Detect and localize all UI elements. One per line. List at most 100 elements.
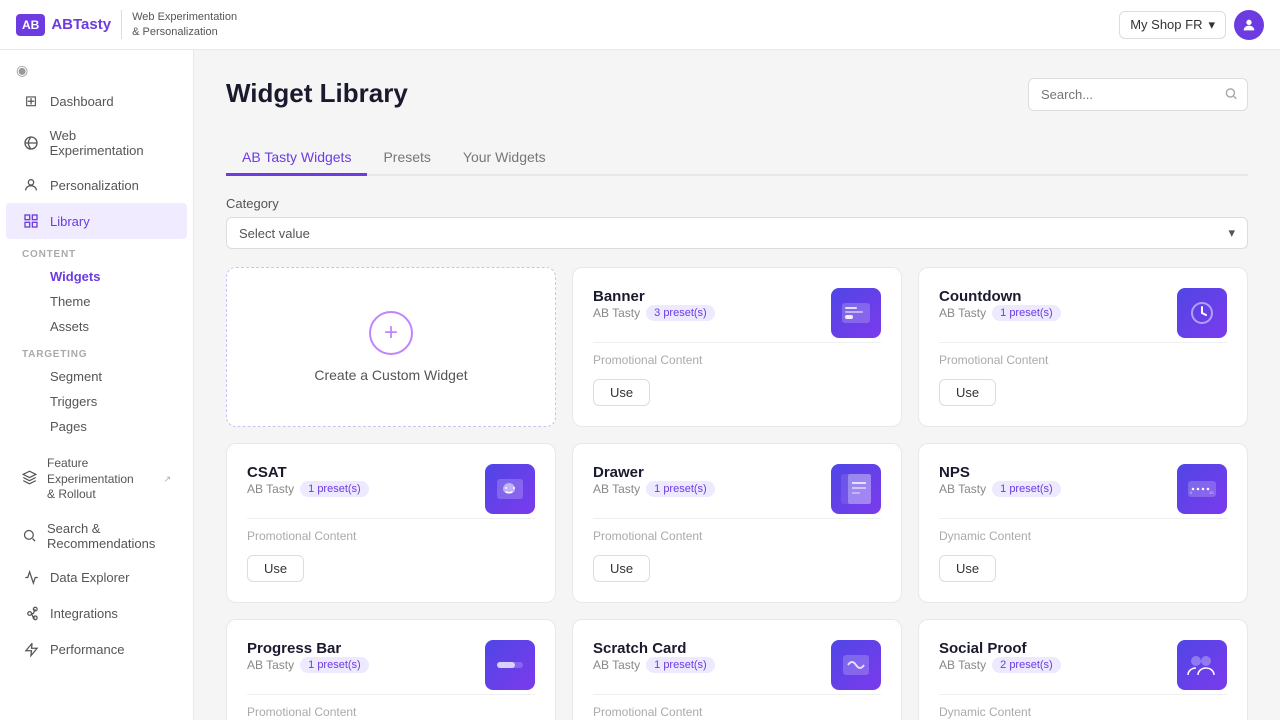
widget-use-button-drawer[interactable]: Use	[593, 555, 650, 582]
widget-thumbnail-banner	[831, 288, 881, 338]
widget-card-csat: CSAT AB Tasty 1 preset(s) Promotional Co…	[226, 443, 556, 603]
sidebar-sub-assets[interactable]: Assets	[6, 314, 187, 339]
widget-use-button-countdown[interactable]: Use	[939, 379, 996, 406]
page-title: Widget Library	[226, 78, 408, 109]
sidebar-item-search-rec-label: Search & Recommendations	[47, 521, 171, 551]
tab-your-widgets[interactable]: Your Widgets	[447, 141, 562, 176]
sidebar-sub-widgets[interactable]: Widgets	[6, 264, 187, 289]
widget-title-drawer: Drawer	[593, 464, 715, 481]
chevron-down-icon: ▾	[1208, 17, 1215, 33]
sidebar-sub-theme[interactable]: Theme	[6, 289, 187, 314]
widget-use-button-banner[interactable]: Use	[593, 379, 650, 406]
widget-use-button-nps[interactable]: Use	[939, 555, 996, 582]
sidebar-item-personalization[interactable]: Personalization	[6, 167, 187, 203]
sidebar-item-web-experimentation-label: Web Experimentation	[50, 128, 171, 158]
shop-label: My Shop FR	[1130, 17, 1202, 32]
sidebar-item-integrations-label: Integrations	[50, 606, 118, 621]
widget-author-csat: AB Tasty	[247, 482, 294, 496]
sidebar-sub-triggers[interactable]: Triggers	[6, 389, 187, 414]
tab-ab-tasty-widgets[interactable]: AB Tasty Widgets	[226, 141, 367, 176]
widget-content-type-drawer: Promotional Content	[593, 518, 881, 543]
sidebar-item-library[interactable]: Library	[6, 203, 187, 239]
performance-icon	[22, 641, 40, 659]
widget-author-drawer: AB Tasty	[593, 482, 640, 496]
svg-text:10: 10	[1209, 490, 1214, 495]
widget-presets-banner: 3 preset(s)	[646, 305, 715, 321]
widget-title-csat: CSAT	[247, 464, 369, 481]
category-filter: Category Select value ▾	[226, 196, 1248, 249]
sidebar-item-integrations[interactable]: Integrations	[6, 596, 187, 632]
shop-selector[interactable]: My Shop FR ▾	[1119, 11, 1226, 39]
feature-exp-icon	[22, 470, 37, 488]
sidebar-item-dashboard[interactable]: ⊞ Dashboard	[6, 83, 187, 119]
topbar: AB ABTasty Web Experimentation & Persona…	[0, 0, 1280, 50]
widget-thumbnail-countdown	[1177, 288, 1227, 338]
category-select[interactable]: Select value ▾	[226, 217, 1248, 249]
web-experimentation-icon	[22, 134, 40, 152]
widget-card-drawer: Drawer AB Tasty 1 preset(s) Promotional …	[572, 443, 902, 603]
widget-content-type-banner: Promotional Content	[593, 342, 881, 367]
topbar-right: My Shop FR ▾	[1119, 10, 1264, 40]
content-area: Widget Library AB Tasty Widgets Presets …	[194, 50, 1280, 720]
data-explorer-icon	[22, 569, 40, 587]
sidebar-sub-segment[interactable]: Segment	[6, 364, 187, 389]
widget-content-type-nps: Dynamic Content	[939, 518, 1227, 543]
personalization-icon	[22, 176, 40, 194]
sidebar: ◉ ⊞ Dashboard Web Experimentation Person…	[0, 50, 194, 720]
sidebar-item-data-explorer[interactable]: Data Explorer	[6, 560, 187, 596]
widget-header-banner: Banner AB Tasty 3 preset(s)	[593, 288, 881, 338]
subtitle-line1: Web Experimentation	[132, 10, 237, 24]
subtitle-line2: & Personalization	[132, 25, 237, 39]
create-custom-widget-card[interactable]: + Create a Custom Widget	[226, 267, 556, 427]
category-label: Category	[226, 196, 1248, 211]
widget-presets-nps: 1 preset(s)	[992, 481, 1061, 497]
sidebar-item-search-rec[interactable]: Search & Recommendations	[6, 512, 187, 560]
widget-title-scratch-card: Scratch Card	[593, 640, 715, 657]
sidebar-item-web-experimentation[interactable]: Web Experimentation	[6, 119, 187, 167]
topbar-subtitle: Web Experimentation & Personalization	[121, 10, 237, 39]
widget-thumbnail-csat	[485, 464, 535, 514]
widget-meta-banner: AB Tasty 3 preset(s)	[593, 305, 715, 321]
widget-title-banner: Banner	[593, 288, 715, 305]
tab-presets[interactable]: Presets	[367, 141, 446, 176]
main-layout: ◉ ⊞ Dashboard Web Experimentation Person…	[0, 50, 1280, 720]
sidebar-item-library-label: Library	[50, 214, 90, 229]
sidebar-item-feature-exp[interactable]: Feature Experimentation& Rollout ↗	[6, 447, 187, 512]
tabs: AB Tasty Widgets Presets Your Widgets	[226, 141, 1248, 176]
avatar[interactable]	[1234, 10, 1264, 40]
widget-header-countdown: Countdown AB Tasty 1 preset(s)	[939, 288, 1227, 338]
widget-card-social-proof: Social Proof AB Tasty 2 preset(s) Dynami…	[918, 619, 1248, 720]
chevron-down-icon: ▾	[1228, 225, 1235, 241]
widget-title-social-proof: Social Proof	[939, 640, 1061, 657]
targeting-section-label: TARGETING	[0, 339, 193, 364]
widget-header-csat: CSAT AB Tasty 1 preset(s)	[247, 464, 535, 514]
content-section-label: CONTENT	[0, 239, 193, 264]
sidebar-item-data-explorer-label: Data Explorer	[50, 570, 129, 585]
widget-use-button-csat[interactable]: Use	[247, 555, 304, 582]
widget-meta-countdown: AB Tasty 1 preset(s)	[939, 305, 1061, 321]
external-link-icon: ↗	[163, 474, 171, 485]
widget-header-nps: NPS AB Tasty 1 preset(s) 010	[939, 464, 1227, 514]
widget-meta-drawer: AB Tasty 1 preset(s)	[593, 481, 715, 497]
widget-content-type-social-proof: Dynamic Content	[939, 694, 1227, 719]
widget-title-countdown: Countdown	[939, 288, 1061, 305]
search-input[interactable]	[1028, 78, 1248, 111]
integrations-icon	[22, 605, 40, 623]
widget-presets-drawer: 1 preset(s)	[646, 481, 715, 497]
widget-title-nps: NPS	[939, 464, 1061, 481]
widget-author-countdown: AB Tasty	[939, 306, 986, 320]
widget-presets-countdown: 1 preset(s)	[992, 305, 1061, 321]
sidebar-item-performance[interactable]: Performance	[6, 632, 187, 668]
sidebar-sub-pages[interactable]: Pages	[6, 414, 187, 439]
widget-content-type-scratch-card: Promotional Content	[593, 694, 881, 719]
widget-meta-progress-bar: AB Tasty 1 preset(s)	[247, 657, 369, 673]
widget-thumbnail-nps: 010	[1177, 464, 1227, 514]
search-bar	[1028, 78, 1248, 111]
widget-meta-scratch-card: AB Tasty 1 preset(s)	[593, 657, 715, 673]
widget-card-countdown: Countdown AB Tasty 1 preset(s) Promotion…	[918, 267, 1248, 427]
sidebar-collapse-button[interactable]: ◉	[16, 62, 177, 79]
widget-card-scratch-card: Scratch Card AB Tasty 1 preset(s) Promot…	[572, 619, 902, 720]
dashboard-icon: ⊞	[22, 92, 40, 110]
widget-meta-nps: AB Tasty 1 preset(s)	[939, 481, 1061, 497]
widget-author-nps: AB Tasty	[939, 482, 986, 496]
